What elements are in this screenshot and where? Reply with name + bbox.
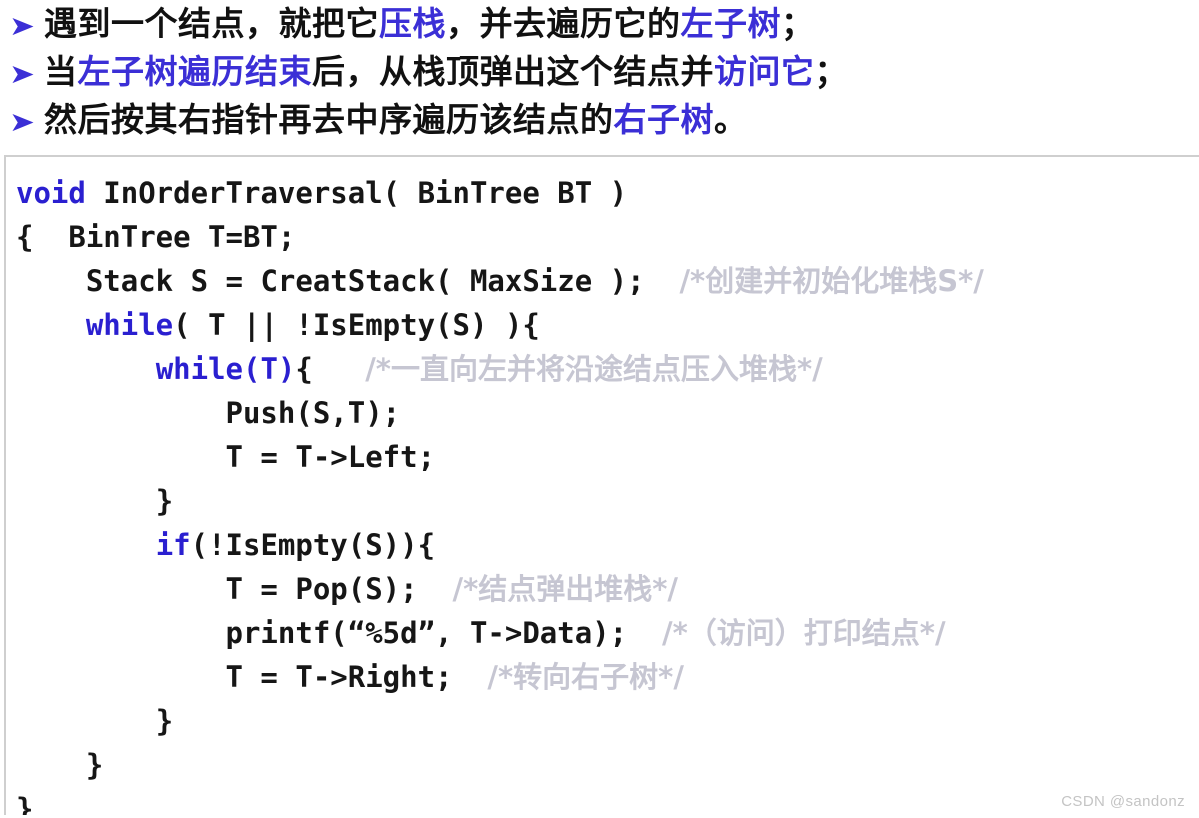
code-line: } (16, 479, 1199, 523)
code-text: } (155, 704, 174, 738)
bullet-arrow-icon: ➤ (8, 11, 36, 41)
code-text: T = T->Right; (225, 660, 488, 694)
code-block: void InOrderTraversal( BinTree BT ) { Bin… (4, 155, 1199, 815)
code-text: T = T->Left; (225, 440, 436, 474)
code-text: Stack S = CreatStack( MaxSize ); (85, 264, 680, 298)
bullet-plain-text: 当 (44, 52, 78, 91)
code-text: } (16, 792, 34, 815)
code-keyword: while(T) (155, 352, 296, 386)
code-text: T = Pop(S); (225, 572, 453, 606)
bullet-highlight-text: 访问它 (714, 52, 815, 91)
code-line: if(!IsEmpty(S)){ (16, 523, 1199, 567)
bullet-text: 然后按其右指针再去中序遍历该结点的右子树。 (44, 96, 748, 144)
code-comment: /*创建并初始化堆栈S*/ (679, 264, 984, 298)
code-text: printf(“%5d”, T->Data); (225, 616, 663, 650)
bullet-highlight-text: 左子树遍历结束 (77, 52, 312, 91)
bullet-plain-text: ，并去遍历它的 (446, 4, 681, 43)
code-text: } (85, 748, 104, 782)
bullet-highlight-text: 右子树 (613, 100, 714, 139)
code-lines: void InOrderTraversal( BinTree BT ) { Bin… (6, 157, 1199, 815)
bullet-arrow-icon: ➤ (8, 107, 36, 137)
code-line: } (16, 743, 1199, 787)
code-line: printf(“%5d”, T->Data); /*（访问）打印结点*/ (16, 611, 1199, 655)
bullet-item: ➤ 然后按其右指针再去中序遍历该结点的右子树。 (0, 96, 1199, 144)
code-comment: /*结点弹出堆栈*/ (452, 572, 679, 606)
bullet-text: 当左子树遍历结束后，从栈顶弹出这个结点并访问它； (44, 48, 848, 96)
code-comment: /*转向右子树*/ (487, 660, 684, 694)
code-line: } (16, 787, 1199, 815)
bullet-highlight-text: 压栈 (379, 4, 446, 43)
code-line: T = Pop(S); /*结点弹出堆栈*/ (16, 567, 1199, 611)
bullet-highlight-text: 左子树 (680, 4, 781, 43)
code-line: while( T || !IsEmpty(S) ){ (16, 303, 1199, 347)
code-line: T = T->Right; /*转向右子树*/ (16, 655, 1199, 699)
code-line: { BinTree T=BT; (16, 215, 1199, 259)
code-keyword: while (85, 308, 174, 342)
bullet-item: ➤ 遇到一个结点，就把它压栈，并去遍历它的左子树； (0, 0, 1199, 48)
code-text: { BinTree T=BT; (16, 220, 296, 254)
code-keyword: if (155, 528, 191, 562)
code-text: { (295, 352, 366, 386)
bullet-plain-text: ； (781, 4, 815, 43)
code-line: } (16, 699, 1199, 743)
bullet-arrow-icon: ➤ (8, 59, 36, 89)
code-comment: /*（访问）打印结点*/ (662, 616, 946, 650)
bullet-text: 遇到一个结点，就把它压栈，并去遍历它的左子树； (44, 0, 815, 48)
code-text: Push(S,T); (225, 396, 401, 430)
bullet-item: ➤ 当左子树遍历结束后，从栈顶弹出这个结点并访问它； (0, 48, 1199, 96)
code-text: ( T || !IsEmpty(S) ){ (173, 308, 540, 342)
code-line: void InOrderTraversal( BinTree BT ) (16, 171, 1199, 215)
code-line: T = T->Left; (16, 435, 1199, 479)
code-text: InOrderTraversal( BinTree BT ) (85, 176, 628, 210)
code-line: Stack S = CreatStack( MaxSize ); /*创建并初始… (16, 259, 1199, 303)
bullet-plain-text: 遇到一个结点，就把它 (44, 4, 379, 43)
bullet-plain-text: 后，从栈顶弹出这个结点并 (312, 52, 714, 91)
code-text: (!IsEmpty(S)){ (190, 528, 436, 562)
code-keyword: void (16, 176, 86, 210)
code-line: while(T){ /*一直向左并将沿途结点压入堆栈*/ (16, 347, 1199, 391)
bullet-plain-text: 然后按其右指针再去中序遍历该结点的 (44, 100, 614, 139)
bullet-plain-text: 。 (714, 100, 748, 139)
code-comment: /*一直向左并将沿途结点压入堆栈*/ (365, 352, 823, 386)
watermark: CSDN @sandonz (1061, 793, 1185, 810)
bullet-plain-text: ； (814, 52, 848, 91)
code-text: } (155, 484, 174, 518)
bullet-list: ➤ 遇到一个结点，就把它压栈，并去遍历它的左子树； ➤ 当左子树遍历结束后，从栈顶弹出… (0, 0, 1199, 150)
code-line: Push(S,T); (16, 391, 1199, 435)
